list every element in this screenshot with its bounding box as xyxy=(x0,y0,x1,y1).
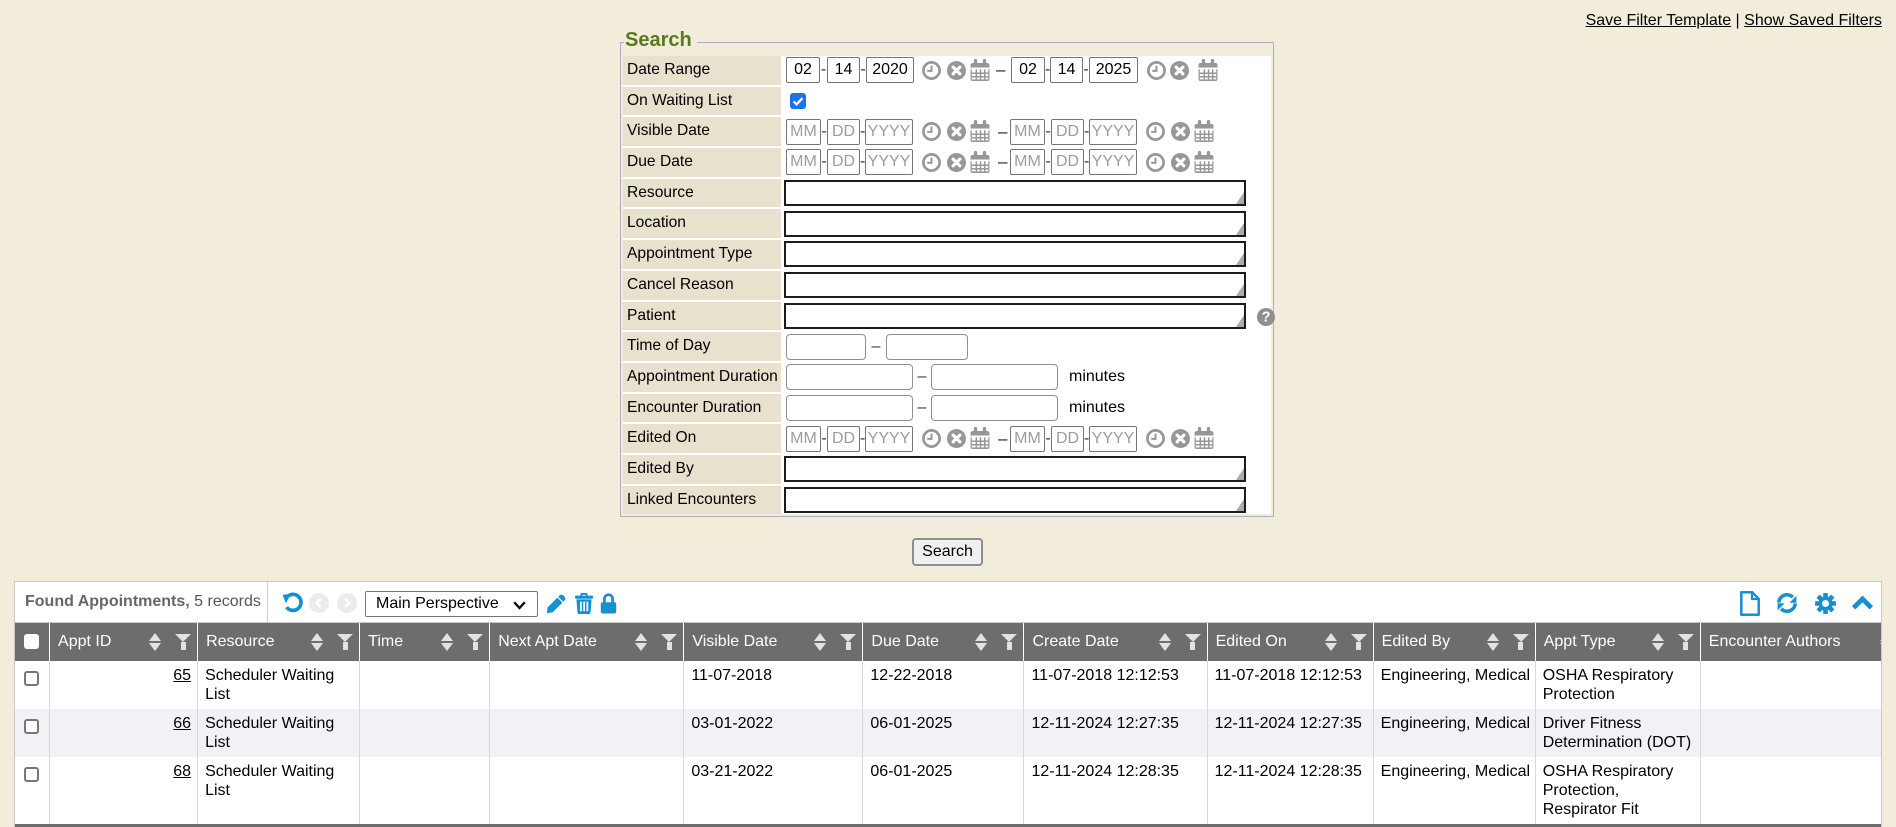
svg-text:?: ? xyxy=(1262,309,1271,325)
